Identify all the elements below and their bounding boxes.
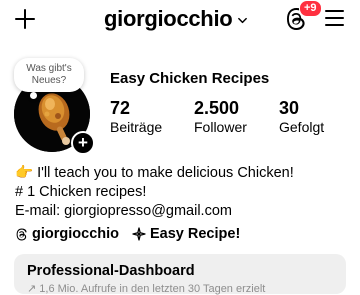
bio-line: # 1 Chicken recipes! [15,184,147,200]
chef-kiss-icon [132,227,146,241]
note-bubble[interactable]: Was gibt's Neues? [14,58,84,92]
display-name: Easy Chicken Recipes [110,70,270,87]
following-label: Gefolgt [279,119,325,135]
followers-stat[interactable]: 2.500 Follower [194,98,247,136]
profile-links: giorgiocchio Easy Recipe! [15,226,240,242]
notification-badge: +9 [299,0,322,17]
bio-email[interactable]: E-mail: giorgiopresso@gmail.com [15,202,232,221]
account-switcher[interactable]: giorgiocchio [104,5,248,33]
posts-stat[interactable]: 72 Beiträge [110,98,162,136]
threads-profile-link[interactable]: giorgiocchio [15,226,119,242]
threads-handle: giorgiocchio [32,226,119,242]
dashboard-title: Professional-Dashboard [27,263,195,279]
menu-button[interactable] [325,10,344,27]
following-stat[interactable]: 30 Gefolgt [279,98,324,136]
username: giorgiocchio [104,6,233,31]
posts-count: 72 [110,98,131,118]
add-story-button[interactable]: + [71,131,95,155]
bio-line: 👉 I'll teach you to make delicious Chick… [15,165,294,181]
recipe-link-text: Easy Recipe! [150,226,241,242]
create-plus-button[interactable] [14,8,36,30]
threads-icon [16,228,27,240]
chevron-down-icon [238,17,248,23]
following-count: 30 [279,98,300,118]
note-text: Was gibt's Neues? [26,63,72,86]
posts-label: Beiträge [110,119,163,135]
recipe-link[interactable]: Easy Recipe! [132,226,240,242]
note-bubble-tail [30,92,37,99]
followers-label: Follower [194,119,247,135]
dashboard-subtitle: ↗ 1,6 Mio. Aufrufe in den letzten 30 Tag… [27,283,266,295]
followers-count: 2.500 [194,98,240,118]
